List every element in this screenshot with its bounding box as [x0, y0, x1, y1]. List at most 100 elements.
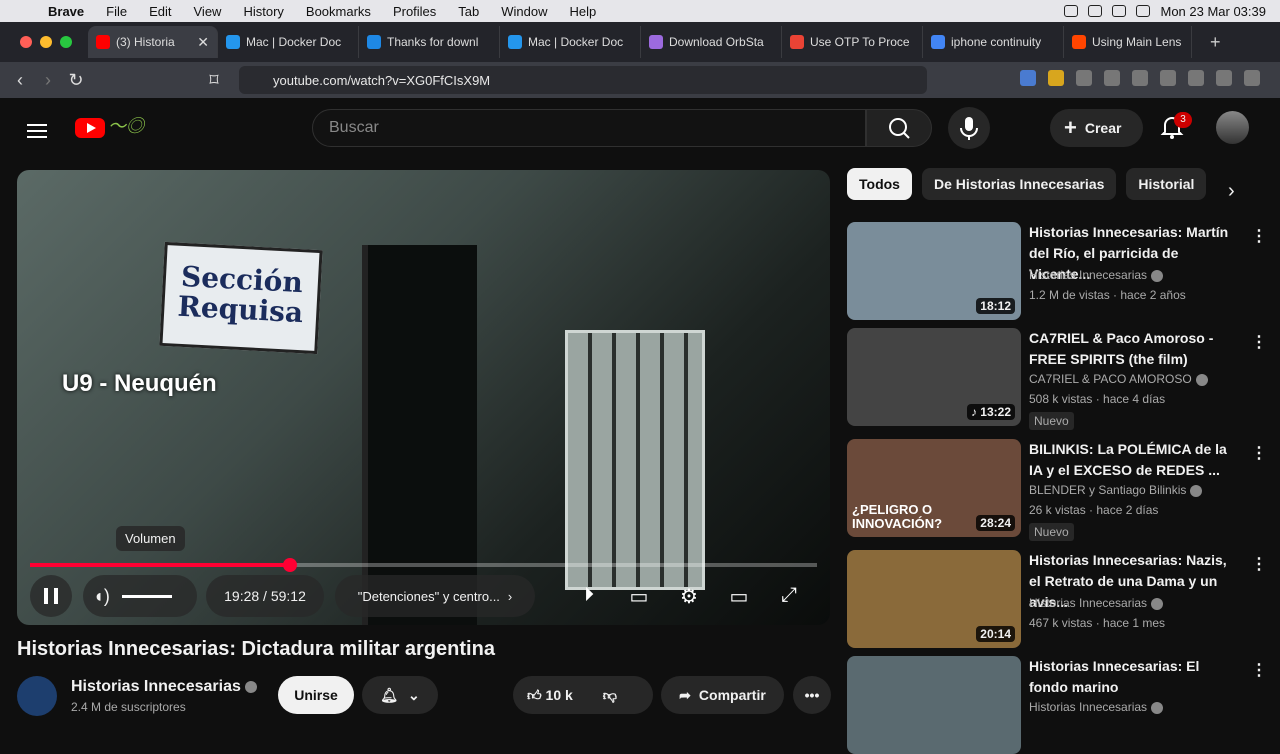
tab-gmail[interactable]: Use OTP To Proce	[782, 26, 923, 58]
rec-channel-name[interactable]: Historias Innecesarias	[1029, 596, 1147, 610]
menu-window[interactable]: Window	[490, 4, 558, 19]
tab-vscode[interactable]: Thanks for downl	[359, 26, 500, 58]
status-icon[interactable]	[1064, 5, 1079, 17]
tab-youtube[interactable]: (3) Historia ✕	[88, 26, 218, 58]
like-button[interactable]: 👍︎ 10 k	[527, 687, 573, 704]
video-thumbnail[interactable]: 18:12	[847, 222, 1021, 320]
tab-orbstack[interactable]: Download OrbSta	[641, 26, 782, 58]
status-icon[interactable]	[1088, 5, 1103, 17]
channel-name[interactable]: Historias Innecesarias	[71, 678, 257, 696]
menu-help[interactable]: Help	[559, 4, 608, 19]
more-vertical-icon[interactable]: ⋮	[1251, 554, 1267, 574]
video-player[interactable]: Sección Requisa U9 - Neuquén Volumen ◖) 1…	[17, 170, 830, 625]
rec-channel-name[interactable]: Historias Innecesarias	[1029, 268, 1147, 282]
reload-icon[interactable]: ↻	[62, 70, 90, 91]
subscribed-bell-button[interactable]: 🔔︎ ⌄	[362, 676, 438, 714]
volume-slider[interactable]	[121, 594, 172, 598]
video-thumbnail[interactable]	[847, 656, 1021, 754]
plus-icon: +	[1064, 115, 1077, 140]
menu-file[interactable]: File	[95, 4, 138, 19]
menu-view[interactable]: View	[183, 4, 233, 19]
bell-icon: 🔔︎	[380, 686, 399, 703]
pause-button[interactable]	[30, 575, 72, 617]
account-avatar[interactable]	[1216, 111, 1249, 144]
bookmark-icon[interactable]: ⌑	[200, 70, 228, 91]
more-vertical-icon[interactable]: ⋮	[1251, 660, 1267, 680]
close-window-button[interactable]	[20, 36, 32, 48]
tab-docker-2[interactable]: Mac | Docker Doc	[500, 26, 641, 58]
music-icon[interactable]	[1132, 70, 1148, 86]
hamburger-menu-icon[interactable]	[27, 120, 47, 142]
puzzle-icon[interactable]	[1076, 70, 1092, 86]
reader-icon[interactable]	[1104, 70, 1120, 86]
chip-all[interactable]: Todos	[847, 168, 912, 200]
subtitles-icon[interactable]: ▭	[627, 584, 651, 608]
orbstack-favicon-icon	[649, 35, 663, 49]
more-vertical-icon[interactable]: ⋮	[1251, 226, 1267, 246]
menu-edit[interactable]: Edit	[138, 4, 182, 19]
join-button[interactable]: Unirse	[278, 676, 354, 714]
video-thumbnail[interactable]: ♪ 13:22	[847, 328, 1021, 426]
wifi-icon[interactable]	[1112, 5, 1127, 17]
url-field[interactable]: youtube.com/watch?v=XG0FfCIsX9M	[239, 66, 927, 94]
chips-next-icon[interactable]: ›	[1228, 180, 1235, 203]
minimize-window-button[interactable]	[40, 36, 52, 48]
autoplay-toggle-icon[interactable]: ⏵	[577, 584, 601, 606]
rec-title[interactable]: CA7RIEL & Paco Amoroso - FREE SPIRITS (t…	[1029, 328, 1239, 370]
menu-profiles[interactable]: Profiles	[382, 4, 447, 19]
back-icon[interactable]: ‹	[6, 70, 34, 91]
voice-search-button[interactable]	[948, 107, 990, 149]
close-tab-icon[interactable]: ✕	[197, 34, 209, 51]
new-tab-icon[interactable]: +	[1210, 32, 1221, 53]
thumbs-up-icon: 👍︎	[527, 686, 542, 703]
forward-icon[interactable]: ›	[34, 70, 62, 91]
tab-docker[interactable]: Mac | Docker Doc	[218, 26, 359, 58]
search-button[interactable]	[866, 109, 932, 147]
menu-icon[interactable]	[1244, 70, 1260, 86]
video-door	[362, 245, 477, 625]
clock[interactable]: Mon 23 Mar 03:39	[1160, 4, 1266, 19]
zoom-window-button[interactable]	[60, 36, 72, 48]
extension-icon[interactable]	[1048, 70, 1064, 86]
theater-mode-icon[interactable]: ▭	[727, 584, 751, 608]
youtube-logo-icon[interactable]	[75, 118, 105, 138]
rec-title[interactable]: BILINKIS: La POLÉMICA de la IA y el EXCE…	[1029, 439, 1239, 481]
more-vertical-icon[interactable]: ⋮	[1251, 443, 1267, 463]
share-button[interactable]: ➦ Compartir	[661, 676, 784, 714]
fullscreen-icon[interactable]: ⤢	[777, 584, 801, 606]
rec-channel-name[interactable]: CA7RIEL & PACO AMOROSO	[1029, 372, 1192, 386]
extensions	[1020, 70, 1260, 86]
more-vertical-icon[interactable]: ⋮	[1251, 332, 1267, 352]
menu-history[interactable]: History	[232, 4, 294, 19]
settings-gear-icon[interactable]: ⚙	[677, 584, 701, 608]
leo-icon[interactable]	[1188, 70, 1204, 86]
scrubber-handle[interactable]	[282, 558, 297, 572]
chapter-button[interactable]: "Detenciones" y centro... ›	[335, 575, 535, 617]
video-thumbnail[interactable]: ¿PELIGRO O INNOVACIÓN? 28:24	[847, 439, 1021, 537]
tab-reddit[interactable]: Using Main Lens	[1064, 26, 1192, 58]
youtube-doodle-icon[interactable]: 〜◎	[108, 112, 144, 138]
rec-channel-name[interactable]: Historias Innecesarias	[1029, 700, 1147, 714]
battery-icon[interactable]	[1136, 5, 1151, 17]
progress-bar[interactable]	[30, 563, 817, 567]
chip-channel[interactable]: De Historias Innecesarias	[921, 168, 1117, 200]
menu-bookmarks[interactable]: Bookmarks	[295, 4, 382, 19]
volume-control[interactable]: ◖)	[83, 575, 197, 617]
video-thumbnail[interactable]: 20:14	[847, 550, 1021, 648]
menu-app[interactable]: Brave	[32, 4, 95, 19]
rec-channel-name[interactable]: BLENDER y Santiago Bilinkis	[1029, 483, 1186, 497]
menu-tab[interactable]: Tab	[447, 4, 490, 19]
rec-title[interactable]: Historias Innecesarias: El fondo marino	[1029, 656, 1239, 698]
search-input[interactable]: Buscar	[312, 109, 866, 147]
create-button[interactable]: + Crear	[1050, 109, 1143, 147]
url-text: youtube.com/watch?v=XG0FfCIsX9M	[273, 72, 491, 88]
vpn-icon[interactable]	[1216, 70, 1232, 86]
tab-google[interactable]: iphone continuity	[923, 26, 1064, 58]
sidebar-icon[interactable]	[1160, 70, 1176, 86]
progress-fill	[30, 563, 290, 567]
chip-history[interactable]: Historial	[1126, 168, 1207, 200]
translate-icon[interactable]	[1020, 70, 1036, 86]
dislike-button[interactable]: 👎︎	[603, 687, 617, 704]
more-actions-button[interactable]: •••	[793, 676, 831, 714]
channel-avatar[interactable]	[17, 676, 57, 716]
